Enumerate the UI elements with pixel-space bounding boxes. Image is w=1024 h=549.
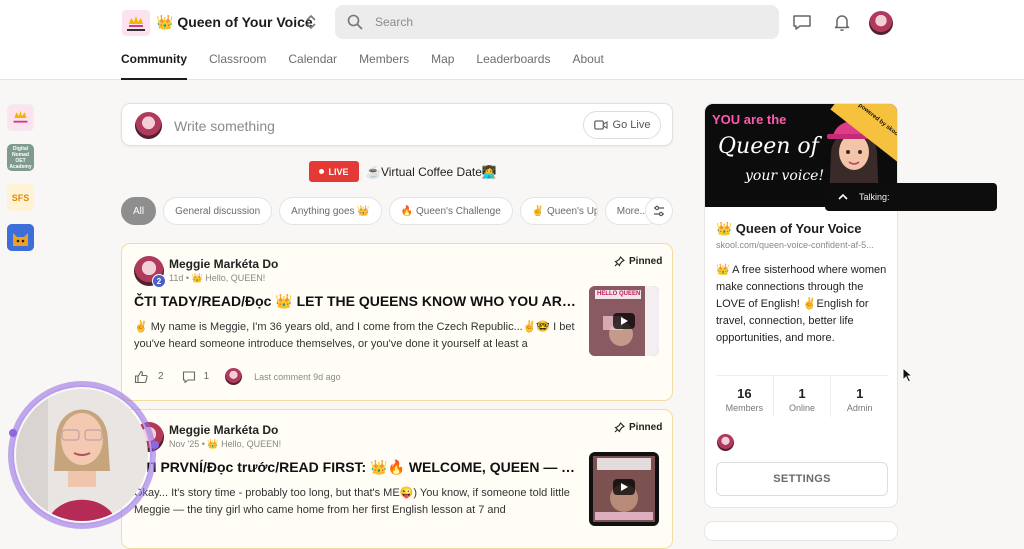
post-author[interactable]: Meggie Markéta Do [169,257,278,271]
thumbnail-text: HELLO QUEEN [597,291,641,297]
chip-queens-updates[interactable]: ✌ Queen's Upd [519,197,598,225]
post-composer[interactable]: Write something Go Live [121,103,673,146]
sidebar-group-label: Digital Nomad OET Academy [9,145,32,170]
pinned-label: Pinned [629,422,663,433]
pin-icon [614,256,625,267]
sidebar-group-queen[interactable] [7,104,34,131]
comment-count: 1 [203,371,210,382]
tab-calendar[interactable]: Calendar [288,52,337,80]
post-meta: Nov '25 • 👑 Hello, QUEEN! [169,439,282,449]
chat-icon[interactable] [792,12,812,32]
pin-icon [614,422,625,433]
cat-icon [7,224,34,251]
pinned-label: Pinned [629,256,663,267]
settings-button[interactable]: SETTINGS [716,462,888,496]
chip-general-discussion[interactable]: General discussion [163,197,273,225]
category-filters: All General discussion Anything goes 👑 🔥… [121,197,660,225]
group-stats: 16 Members 1 Online 1 Admin [716,375,888,417]
tab-leaderboards[interactable]: Leaderboards [476,52,550,80]
sliders-icon [654,205,664,217]
post-body: ✌ My name is Meggie, I'm 36 years old, a… [134,321,575,350]
go-live-label: Go Live [612,119,651,131]
go-live-button[interactable]: Go Live [583,111,661,139]
search-bar[interactable]: Search [335,5,779,39]
top-bar: 👑 Queen of Your Voice Search Community C… [0,0,1024,80]
secondary-card [704,521,898,541]
crown-logo-icon [8,105,33,130]
search-icon [347,14,363,30]
post-author[interactable]: Meggie Markéta Do [169,423,278,437]
stat-value: 1 [798,386,806,401]
play-icon [613,479,635,495]
user-avatar[interactable] [869,11,893,35]
comment-icon[interactable] [182,370,196,384]
stat-value: 1 [856,386,864,401]
stat-value: 16 [737,386,752,401]
video-camera-icon [593,120,608,130]
pinned-indicator: Pinned [614,422,662,433]
live-dot-icon [319,169,325,174]
tab-members[interactable]: Members [359,52,409,80]
live-event-title[interactable]: ☕Virtual Coffee Date👩‍💻 [366,165,497,179]
sidebar-group-digital-nomad[interactable]: Digital Nomad OET Academy [7,144,34,171]
stat-online[interactable]: 1 Online [774,376,832,417]
group-name[interactable]: 👑 Queen of Your Voice [156,14,313,31]
post-card[interactable]: Meggie Markéta Do Nov '25 • 👑 Hello, QUE… [121,409,673,549]
mouse-cursor-icon [902,367,914,383]
live-badge[interactable]: LIVE [309,161,359,182]
main-nav: Community Classroom Calendar Members Map… [121,52,626,80]
talking-label: Talking: [859,192,890,202]
stat-label: Admin [846,403,873,413]
chip-anything-goes[interactable]: Anything goes 👑 [279,197,382,225]
tab-map[interactable]: Map [431,52,454,80]
post-video-thumbnail[interactable]: HELLO QUEEN [589,286,659,356]
play-icon [613,313,635,329]
sidebar-group-cat[interactable] [7,224,34,251]
post-meta: 11d • 👑 Hello, QUEEN! [169,273,266,283]
post-title[interactable]: ČTI TADY/READ/Đọc 👑 LET THE QUEENS KNOW … [134,293,579,310]
stat-admin[interactable]: 1 Admin [831,376,888,417]
tab-community[interactable]: Community [121,52,187,80]
about-group-url[interactable]: skool.com/queen-voice-confident-af-5... [716,240,874,250]
stat-members[interactable]: 16 Members [716,376,774,417]
group-switcher-icon[interactable] [305,13,317,31]
filter-settings-button[interactable] [645,197,673,225]
live-badge-label: LIVE [328,166,349,177]
post-title[interactable]: ČTI PRVNÍ/Đọc trước/READ FIRST: 👑🔥 WELCO… [134,459,579,476]
about-group-name: 👑 Queen of Your Voice [716,221,862,236]
level-badge: 2 [152,274,166,288]
group-logo[interactable] [122,10,150,36]
post-video-thumbnail[interactable] [589,452,659,526]
sidebar-group-sfs[interactable]: SFS [7,184,34,211]
last-comment: Last comment 9d ago [254,371,341,382]
chip-queens-challenge[interactable]: 🔥 Queen's Challenge [388,197,513,225]
webcam-bubble[interactable] [8,371,160,532]
post-actions: 2 1 Last comment 9d ago [134,368,341,385]
banner-heading: YOU are the [712,112,787,127]
sidebar-group-label: SFS [11,192,30,203]
about-description: 👑 A free sisterhood where women make con… [716,264,887,344]
post-body: Okay... It's story time - probably too l… [134,487,570,516]
banner-line-2: your voice! [745,168,825,184]
talking-popup[interactable]: Talking: [825,183,997,211]
chevron-up-icon[interactable] [837,192,849,202]
crown-logo-icon [122,10,150,36]
stat-label: Members [725,403,764,413]
stat-label: Online [789,403,816,413]
post-card[interactable]: 2 Meggie Markéta Do 11d • 👑 Hello, QUEEN… [121,243,673,401]
tab-about[interactable]: About [572,52,603,80]
admin-avatar[interactable] [717,434,734,451]
tab-classroom[interactable]: Classroom [209,52,266,80]
composer-placeholder[interactable]: Write something [174,118,275,134]
commenter-avatar[interactable] [225,368,243,385]
chip-all[interactable]: All [121,197,157,225]
pinned-indicator: Pinned [614,256,662,267]
composer-avatar [135,112,162,139]
search-input[interactable]: Search [375,15,413,29]
bell-icon[interactable] [832,12,852,32]
banner-line-1: Queen of [718,134,819,159]
group-about-card: YOU are the Queen of your voice! powered… [704,103,898,508]
